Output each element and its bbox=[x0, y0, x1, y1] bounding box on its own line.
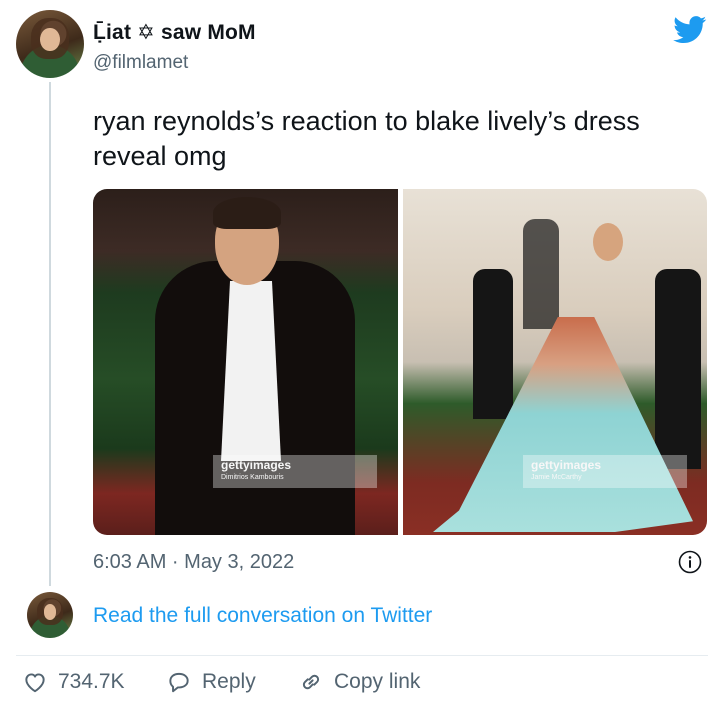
tweet-timestamp[interactable]: 6:03 AM · May 3, 2022 bbox=[93, 551, 294, 574]
watermark-brand: gettyimages bbox=[531, 458, 602, 472]
divider bbox=[16, 655, 708, 656]
twitter-bird-icon[interactable] bbox=[673, 16, 707, 44]
photo-subject-shirt bbox=[221, 281, 281, 461]
heart-icon bbox=[25, 673, 45, 693]
tweet-text: ryan reynolds’s reaction to blake lively… bbox=[93, 106, 640, 171]
photo-blake-lively-dress[interactable]: gettyimages Jamie McCarthy bbox=[403, 189, 707, 535]
thread-line bbox=[49, 82, 51, 586]
author-handle[interactable]: @filmlamet bbox=[93, 52, 188, 74]
avatar-face bbox=[40, 27, 60, 51]
link-icon bbox=[302, 674, 320, 690]
author-display-name[interactable]: Ḹiat ✡ saw MoM bbox=[93, 20, 256, 45]
reply-button[interactable]: Reply bbox=[166, 669, 256, 695]
photo-bystander bbox=[655, 269, 701, 469]
like-button[interactable]: 734.7K bbox=[22, 669, 125, 695]
read-full-conversation-link[interactable]: Read the full conversation on Twitter bbox=[93, 604, 432, 628]
like-count: 734.7K bbox=[58, 670, 125, 693]
reply-bubble-icon bbox=[169, 672, 189, 693]
photo-ryan-reynolds[interactable]: gettyimages Dimitrios Kambouris bbox=[93, 189, 398, 535]
photo-subject-head bbox=[593, 223, 623, 261]
getty-watermark-left: gettyimages Dimitrios Kambouris bbox=[213, 455, 377, 488]
watermark-credit: Dimitrios Kambouris bbox=[221, 474, 284, 481]
photo-bystander bbox=[473, 269, 513, 419]
author-avatar[interactable] bbox=[16, 10, 84, 78]
reply-label: Reply bbox=[202, 670, 256, 693]
photo-photographer bbox=[523, 219, 559, 329]
watermark-credit: Jamie McCarthy bbox=[531, 474, 582, 481]
copy-link-label: Copy link bbox=[334, 670, 421, 693]
photo-subject-head bbox=[213, 197, 281, 285]
tweet-media[interactable]: gettyimages Dimitrios Kambouris gettyima… bbox=[93, 189, 707, 535]
conversation-avatar[interactable] bbox=[27, 592, 73, 638]
photo-dress bbox=[433, 317, 693, 532]
info-icon[interactable] bbox=[678, 550, 702, 574]
avatar-face bbox=[43, 603, 57, 620]
watermark-brand: gettyimages bbox=[221, 458, 292, 472]
copy-link-button[interactable]: Copy link bbox=[298, 669, 420, 695]
getty-watermark-right: gettyimages Jamie McCarthy bbox=[523, 455, 687, 488]
